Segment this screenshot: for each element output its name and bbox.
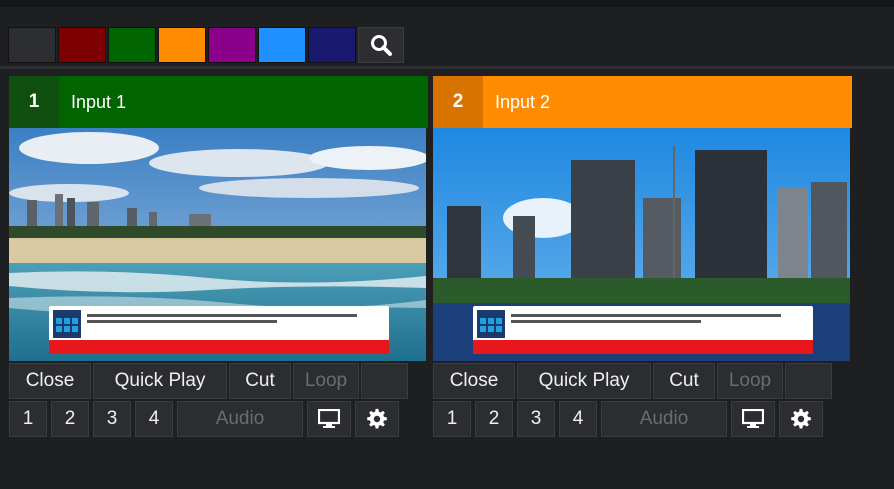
audio-button[interactable]: Audio xyxy=(177,401,303,437)
layer-4-button[interactable]: 4 xyxy=(135,401,173,437)
overlay-red-bar xyxy=(473,340,813,354)
monitor-button[interactable] xyxy=(731,401,775,437)
swatch-green[interactable] xyxy=(108,27,156,63)
cut-button[interactable]: Cut xyxy=(653,363,715,399)
input-controls-row-1: Close Quick Play Cut Loop xyxy=(9,363,428,399)
color-swatch-toolbar xyxy=(8,27,404,63)
overlay-red-bar xyxy=(49,340,389,354)
layer-4-button[interactable]: 4 xyxy=(559,401,597,437)
input-header[interactable]: 2 Input 2 xyxy=(433,76,852,128)
overlay-text-line xyxy=(511,320,701,323)
swatch-navy[interactable] xyxy=(308,27,356,63)
blank-button xyxy=(785,363,832,399)
input-controls-row-2: 1 2 3 4 Audio xyxy=(433,401,852,437)
top-border xyxy=(0,0,894,7)
monitor-button[interactable] xyxy=(307,401,351,437)
search-icon xyxy=(371,35,392,56)
input-card-2: 2 Input 2 Close Quick Play Cut Loop 1 2 … xyxy=(433,76,852,437)
social-overlay xyxy=(49,306,389,354)
layer-1-button[interactable]: 1 xyxy=(9,401,47,437)
layer-1-button[interactable]: 1 xyxy=(433,401,471,437)
input-title: Input 2 xyxy=(495,91,551,112)
toolbar-divider xyxy=(0,66,894,69)
overlay-logo xyxy=(477,310,505,338)
swatch-purple[interactable] xyxy=(208,27,256,63)
layer-3-button[interactable]: 3 xyxy=(93,401,131,437)
quick-play-button[interactable]: Quick Play xyxy=(93,363,227,399)
input-controls-row-2: 1 2 3 4 Audio xyxy=(9,401,428,437)
gear-icon xyxy=(791,408,811,429)
settings-button[interactable] xyxy=(355,401,399,437)
overlay-logo xyxy=(53,310,81,338)
input-number: 1 xyxy=(9,76,59,128)
layer-3-button[interactable]: 3 xyxy=(517,401,555,437)
input-number: 2 xyxy=(433,76,483,128)
input-preview[interactable] xyxy=(9,128,426,361)
layer-2-button[interactable]: 2 xyxy=(51,401,89,437)
close-button[interactable]: Close xyxy=(9,363,91,399)
cut-button[interactable]: Cut xyxy=(229,363,291,399)
swatch-blue[interactable] xyxy=(258,27,306,63)
swatch-none[interactable] xyxy=(8,27,56,63)
swatch-orange[interactable] xyxy=(158,27,206,63)
gear-icon xyxy=(367,408,387,429)
search-button[interactable] xyxy=(358,27,404,63)
swatch-red[interactable] xyxy=(58,27,106,63)
input-card-1: 1 Input 1 Close Quick Play Cut Loop 1 2 … xyxy=(9,76,428,437)
input-header[interactable]: 1 Input 1 xyxy=(9,76,428,128)
input-controls-row-1: Close Quick Play Cut Loop xyxy=(433,363,852,399)
close-button[interactable]: Close xyxy=(433,363,515,399)
overlay-text-line xyxy=(87,320,277,323)
blank-button xyxy=(361,363,408,399)
monitor-icon xyxy=(318,409,340,428)
overlay-text-line xyxy=(511,314,781,317)
settings-button[interactable] xyxy=(779,401,823,437)
overlay-text-line xyxy=(87,314,357,317)
layer-2-button[interactable]: 2 xyxy=(475,401,513,437)
social-overlay xyxy=(473,306,813,354)
input-preview[interactable] xyxy=(433,128,850,361)
loop-button[interactable]: Loop xyxy=(293,363,359,399)
loop-button[interactable]: Loop xyxy=(717,363,783,399)
monitor-icon xyxy=(742,409,764,428)
audio-button[interactable]: Audio xyxy=(601,401,727,437)
quick-play-button[interactable]: Quick Play xyxy=(517,363,651,399)
input-title: Input 1 xyxy=(71,91,127,112)
